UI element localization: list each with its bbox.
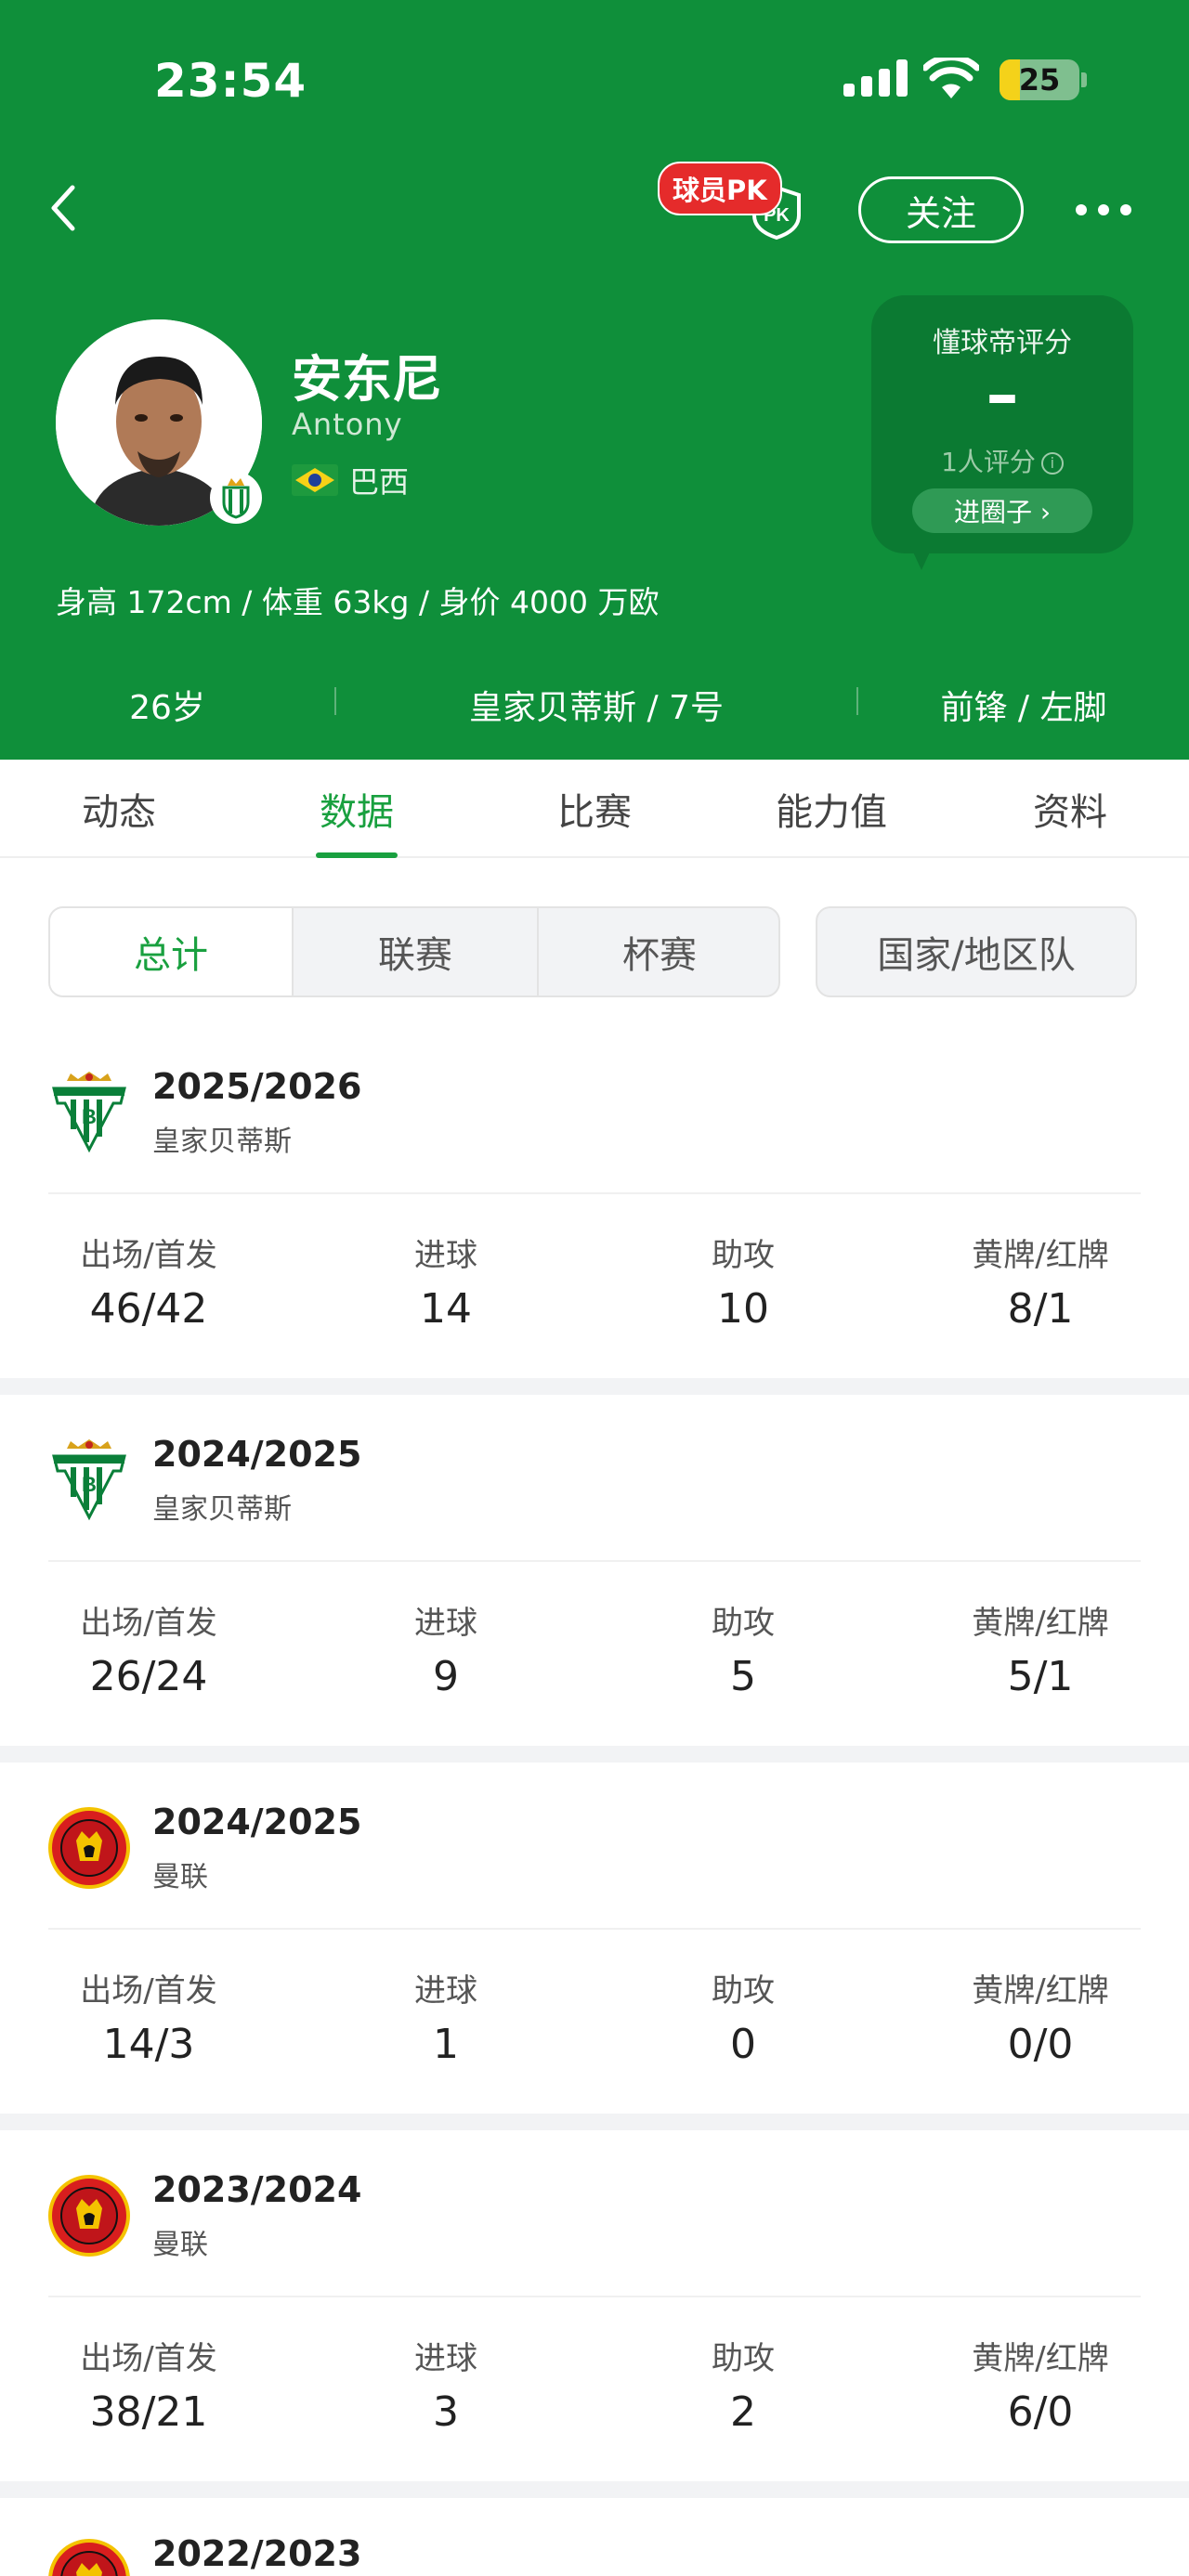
season-year: 2022/2023 <box>152 2533 362 2574</box>
card-separator <box>0 2114 1189 2130</box>
stat-value: 14/3 <box>102 2021 195 2068</box>
stat-value: 6/0 <box>1007 2388 1074 2436</box>
rating-title: 懂球帝评分 <box>933 327 1072 359</box>
stat-value: 1 <box>433 2021 459 2068</box>
player-name-en: Antony <box>292 407 403 442</box>
brazil-flag-icon <box>292 464 338 496</box>
stat-label: 进球 <box>414 2340 477 2377</box>
season-card[interactable]: 2023/2024 曼联 出场/首发 38/21 进球 3 助攻 2 黄牌/红牌 6/0 <box>0 2130 1189 2481</box>
status-time: 23:54 <box>154 54 307 108</box>
follow-button[interactable]: 关注 <box>858 176 1024 243</box>
stat-value: 0/0 <box>1007 2021 1074 2068</box>
stat-goals: 进球 9 <box>334 1395 557 1746</box>
info-icon[interactable]: i <box>1040 452 1064 475</box>
signal-icon <box>843 59 908 97</box>
stat-value: 5/1 <box>1007 1653 1074 1700</box>
stat-label: 出场/首发 <box>80 1237 217 1274</box>
stat-label: 出场/首发 <box>80 2340 217 2377</box>
enter-circle-button[interactable]: 进圈子 › <box>912 488 1092 533</box>
stat-value: 2 <box>730 2388 756 2436</box>
player-name-cn: 安东尼 <box>292 350 442 409</box>
stat-label: 进球 <box>414 1972 477 2010</box>
stat-value: 3 <box>433 2388 459 2436</box>
filter-league[interactable]: 联赛 <box>294 908 537 995</box>
card-separator <box>0 2481 1189 2498</box>
stat-value: 38/21 <box>89 2388 208 2436</box>
club-badge-icon <box>210 472 262 524</box>
stat-appearances: 出场/首发 14/3 <box>37 1763 260 2114</box>
stat-value: 14 <box>420 1285 472 1333</box>
stat-label: 进球 <box>414 1237 477 1274</box>
tab-bar: 动态 数据 比赛 能力值 资料 <box>0 760 1189 858</box>
stat-value: 5 <box>730 1653 756 1700</box>
player-team-number: 皇家贝蒂斯 / 7号 <box>469 689 724 727</box>
stat-label: 助攻 <box>712 1972 775 2010</box>
stat-value: 26/24 <box>89 1653 208 1700</box>
stat-goals: 进球 1 <box>334 1763 557 2114</box>
stat-label: 助攻 <box>712 1237 775 1274</box>
stat-cards: 黄牌/红牌 8/1 <box>929 1027 1152 1378</box>
more-options-icon[interactable] <box>1076 191 1131 228</box>
stat-cards: 黄牌/红牌 6/0 <box>929 2130 1152 2481</box>
stat-appearances: 出场/首发 38/21 <box>37 2130 260 2481</box>
stat-assists: 助攻 0 <box>632 1763 855 2114</box>
season-card-partial[interactable]: 2022/2023 <box>0 2498 1189 2576</box>
stat-value: 0 <box>730 2021 756 2068</box>
man-united-icon <box>48 2539 130 2576</box>
card-separator <box>0 1378 1189 1395</box>
stat-assists: 助攻 10 <box>632 1027 855 1378</box>
stat-goals: 进球 3 <box>334 2130 557 2481</box>
filter-national-team[interactable]: 国家/地区队 <box>816 906 1137 997</box>
season-card[interactable]: 2024/2025 曼联 出场/首发 14/3 进球 1 助攻 0 黄牌/红牌 0/0 <box>0 1763 1189 2114</box>
stat-label: 黄牌/红牌 <box>972 1605 1109 1642</box>
player-header: 23:54 25 PK 球员PK 关注 安东尼 Antony 巴西 懂球帝评分 … <box>0 0 1189 760</box>
stat-value: 46/42 <box>89 1285 208 1333</box>
stat-assists: 助攻 2 <box>632 2130 855 2481</box>
tab-profile[interactable]: 资料 <box>994 760 1146 858</box>
stat-appearances: 出场/首发 26/24 <box>37 1395 260 1746</box>
stat-value: 8/1 <box>1007 1285 1074 1333</box>
tab-activity[interactable]: 动态 <box>43 760 195 858</box>
tab-ability[interactable]: 能力值 <box>743 760 920 858</box>
stat-label: 出场/首发 <box>80 1605 217 1642</box>
stat-label: 出场/首发 <box>80 1972 217 2010</box>
stat-label: 黄牌/红牌 <box>972 2340 1109 2377</box>
active-tab-indicator <box>316 852 398 858</box>
battery-level: 25 <box>1018 62 1061 98</box>
card-separator <box>0 1746 1189 1763</box>
stat-assists: 助攻 5 <box>632 1395 855 1746</box>
stat-cards: 黄牌/红牌 5/1 <box>929 1395 1152 1746</box>
filter-total[interactable]: 总计 <box>50 908 294 995</box>
stat-cards: 黄牌/红牌 0/0 <box>929 1763 1152 2114</box>
stat-label: 进球 <box>414 1605 477 1642</box>
filter-cup[interactable]: 杯赛 <box>539 908 778 995</box>
competition-filter: 总计 联赛 杯赛 <box>48 906 780 997</box>
tab-data[interactable]: 数据 <box>281 760 433 858</box>
wifi-icon <box>923 58 979 98</box>
stat-label: 黄牌/红牌 <box>972 1972 1109 2010</box>
player-position-foot: 前锋 / 左脚 <box>940 689 1107 727</box>
player-age: 26岁 <box>129 689 205 727</box>
rating-card: 懂球帝评分 – 1人评分 i 进圈子 › <box>871 295 1133 570</box>
rating-count: 1人评分 i <box>871 442 1133 479</box>
player-body-info: 身高 172cm / 体重 63kg / 身价 4000 万欧 <box>56 584 660 620</box>
stat-label: 助攻 <box>712 2340 775 2377</box>
season-card[interactable]: 2024/2025 皇家贝蒂斯 出场/首发 26/24 进球 9 助攻 5 黄牌/红牌 5/1 <box>0 1395 1189 1746</box>
tab-matches[interactable]: 比赛 <box>518 760 671 858</box>
stat-label: 助攻 <box>712 1605 775 1642</box>
rating-value: – <box>986 357 1019 433</box>
stat-goals: 进球 14 <box>334 1027 557 1378</box>
stat-value: 9 <box>433 1653 459 1700</box>
stat-appearances: 出场/首发 46/42 <box>37 1027 260 1378</box>
player-pk-button[interactable]: PK 球员PK <box>656 158 804 241</box>
stat-label: 黄牌/红牌 <box>972 1237 1109 1274</box>
back-arrow-icon[interactable] <box>37 175 93 241</box>
player-nation: 巴西 <box>349 464 410 500</box>
stat-value: 10 <box>717 1285 769 1333</box>
battery-icon: 25 <box>1000 59 1079 100</box>
season-card[interactable]: 2025/2026 皇家贝蒂斯 出场/首发 46/42 进球 14 助攻 10 黄牌/红牌 8/1 <box>0 1027 1189 1378</box>
pk-badge: 球员PK <box>658 162 782 215</box>
